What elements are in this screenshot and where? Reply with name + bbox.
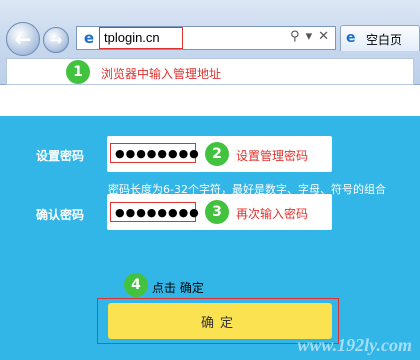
password-input[interactable]: ●●●●●●●● xyxy=(110,143,199,163)
search-icon[interactable]: ⚲ xyxy=(290,29,300,44)
step4-badge: 4 xyxy=(124,273,148,297)
step3-badge: 3 xyxy=(205,200,229,224)
dropdown-icon[interactable]: ▾ xyxy=(306,29,313,44)
ie-logo-icon: e xyxy=(83,29,95,47)
address-bar[interactable]: e tplogin.cn ⚲ ▾ ✕ xyxy=(76,26,336,50)
step3-note: 再次输入密码 xyxy=(236,207,309,221)
password-label: 设置密码 xyxy=(36,149,85,163)
step2-note: 设置管理密码 xyxy=(236,149,309,163)
confirm-button[interactable]: 确定 xyxy=(108,303,332,339)
back-arrow-icon: ← xyxy=(14,27,32,51)
step1-badge: 1 xyxy=(66,60,90,84)
tab-label: 空白页 xyxy=(366,33,403,47)
watermark: www.192ly.com xyxy=(297,335,412,355)
back-button[interactable]: ← xyxy=(6,22,40,56)
ie-tab-icon: e xyxy=(346,30,356,46)
address-controls: ⚲ ▾ ✕ xyxy=(290,29,329,44)
forward-arrow-icon: → xyxy=(49,31,63,49)
confirm-password-input[interactable]: ●●●●●●●● xyxy=(110,202,199,222)
tab-blank-page[interactable]: e 空白页 xyxy=(340,25,420,51)
step2-badge: 2 xyxy=(205,142,229,166)
close-icon[interactable]: ✕ xyxy=(318,29,329,44)
url-text[interactable]: tplogin.cn xyxy=(104,30,160,45)
step1-note: 浏览器中输入管理地址 xyxy=(101,67,222,81)
step4-note: 点击 确定 xyxy=(152,281,204,295)
confirm-password-label: 确认密码 xyxy=(36,208,85,222)
forward-button[interactable]: → xyxy=(43,27,69,53)
